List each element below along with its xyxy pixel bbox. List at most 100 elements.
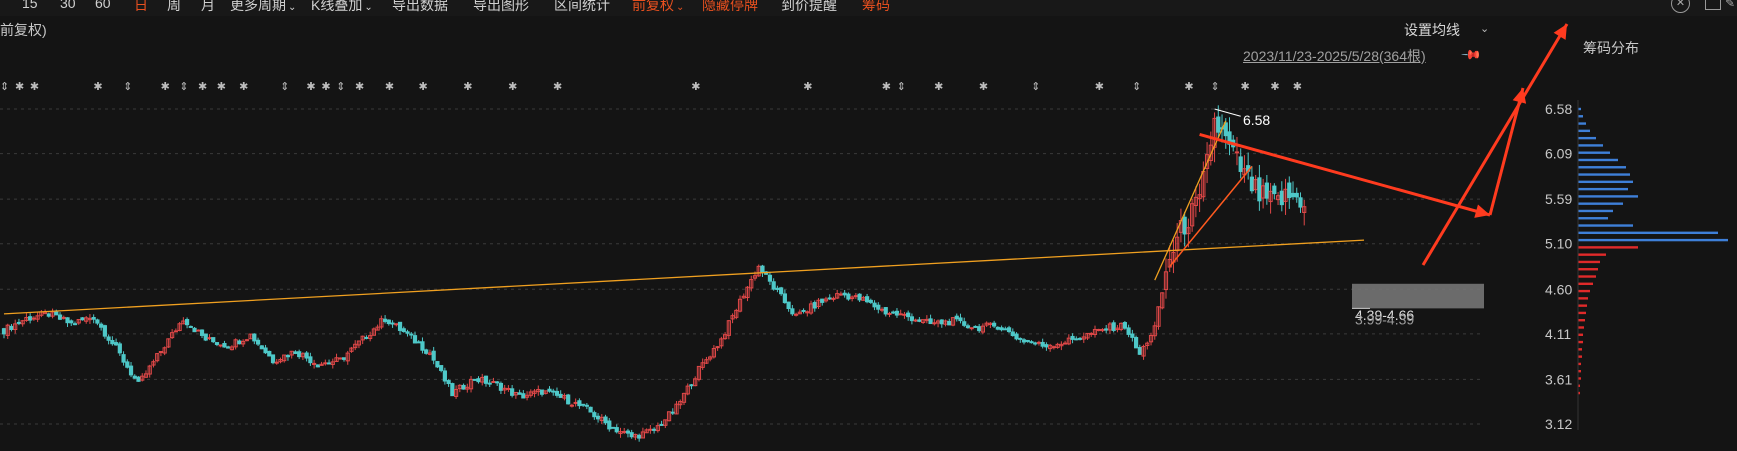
candle-body xyxy=(566,394,571,405)
candle-body xyxy=(9,325,14,331)
candle-body xyxy=(629,432,634,438)
event-marker-icon: ✱ xyxy=(979,80,988,93)
candle-body xyxy=(939,319,944,325)
event-marker-icon: ✱ xyxy=(239,80,248,93)
candle-body xyxy=(196,329,201,332)
event-marker-icon: ✱ xyxy=(553,80,562,93)
candle-body xyxy=(846,293,851,300)
candle-body xyxy=(969,327,974,330)
candle-body xyxy=(390,322,395,325)
candle-body xyxy=(1003,328,1008,331)
candle-body xyxy=(1036,341,1042,344)
candle-body xyxy=(1272,185,1277,195)
chip-bar xyxy=(1578,217,1608,220)
candle-body xyxy=(1234,151,1240,154)
candle-body xyxy=(995,326,1000,330)
candle-body xyxy=(222,342,227,348)
chip-bar xyxy=(1578,129,1590,133)
chip-bar xyxy=(1578,304,1587,307)
candle-body xyxy=(539,389,545,395)
event-marker-icon: ✱ xyxy=(691,80,700,93)
candle-body xyxy=(1029,341,1034,344)
y-tick-label: 5.10 xyxy=(1545,236,1572,252)
candle-body xyxy=(1122,322,1127,329)
candle-body xyxy=(1182,216,1187,235)
candle-body xyxy=(614,427,619,433)
candle-body xyxy=(450,383,455,397)
candle-body xyxy=(659,423,664,426)
chip-zone xyxy=(1352,283,1484,309)
candle-body xyxy=(547,388,552,392)
candle-body xyxy=(603,416,608,424)
candle-body xyxy=(95,319,100,324)
candle-body xyxy=(868,299,873,303)
candle-body xyxy=(838,293,844,296)
candle-body xyxy=(1010,331,1015,336)
candle-body xyxy=(498,382,504,391)
candle-body xyxy=(125,361,130,368)
candle-body xyxy=(237,340,242,345)
candle-body xyxy=(412,335,418,344)
event-marker-icon: ⇕ xyxy=(123,80,132,93)
chip-bar xyxy=(1578,348,1582,351)
event-marker-icon: ⇕ xyxy=(897,80,906,93)
candle-body xyxy=(842,292,847,296)
candle-body xyxy=(831,297,836,300)
chip-bar xyxy=(1578,311,1586,315)
candle-body xyxy=(581,403,586,406)
candle-body xyxy=(401,328,406,333)
candle-body xyxy=(1249,176,1255,192)
candle-body xyxy=(136,376,141,382)
candle-body xyxy=(977,326,982,332)
chip-bar xyxy=(1578,246,1638,249)
candle-body xyxy=(207,337,212,340)
candle-body xyxy=(670,411,675,414)
candle-body xyxy=(610,426,616,429)
candle-body xyxy=(323,362,328,365)
candle-body xyxy=(879,308,885,311)
event-marker-icon: ⇕ xyxy=(179,80,188,93)
candle-body xyxy=(857,293,862,301)
candle-body xyxy=(760,265,765,274)
chip-bar xyxy=(1578,224,1633,227)
chip-bar xyxy=(1578,202,1623,205)
chip-bar xyxy=(1578,231,1718,235)
candle-body xyxy=(1074,338,1079,341)
candle-body xyxy=(304,352,309,359)
event-marker-icon: ⇕ xyxy=(1211,80,1220,93)
chip-bar xyxy=(1578,136,1596,140)
chip-bar xyxy=(1578,187,1628,191)
candle-body xyxy=(820,298,825,303)
candle-body xyxy=(293,351,298,354)
chip-bar xyxy=(1578,275,1596,278)
candle-body xyxy=(883,307,888,315)
candle-body xyxy=(476,378,481,383)
candle-body xyxy=(192,327,197,333)
candle-body xyxy=(487,382,492,385)
candle-body xyxy=(652,428,657,431)
fan-line xyxy=(1169,165,1253,267)
event-marker-icon: ✱ xyxy=(1270,80,1279,93)
candle-body xyxy=(1070,335,1075,340)
event-marker-icon: ✱ xyxy=(217,80,226,93)
candle-body xyxy=(1216,116,1221,133)
candle-body xyxy=(801,309,806,312)
chip-bar xyxy=(1578,340,1583,344)
event-marker-icon: ✱ xyxy=(93,80,102,93)
candle-body xyxy=(188,325,193,328)
candle-body xyxy=(382,318,388,322)
event-marker-icon: ✱ xyxy=(418,80,427,93)
candle-body xyxy=(394,323,399,326)
chip-bar xyxy=(1578,195,1638,198)
candle-body xyxy=(435,361,440,368)
chip-bar xyxy=(1578,122,1586,125)
y-tick-label: 3.61 xyxy=(1545,371,1572,387)
candle-body xyxy=(1040,341,1045,347)
candle-body xyxy=(902,313,907,316)
candle-body xyxy=(110,340,115,345)
chip-zone-label: 3.99-4.39 xyxy=(1355,311,1414,327)
candle-body xyxy=(405,331,410,334)
candle-body xyxy=(786,301,791,310)
event-marker-icon: ✱ xyxy=(882,80,891,93)
candle-body xyxy=(117,343,122,354)
